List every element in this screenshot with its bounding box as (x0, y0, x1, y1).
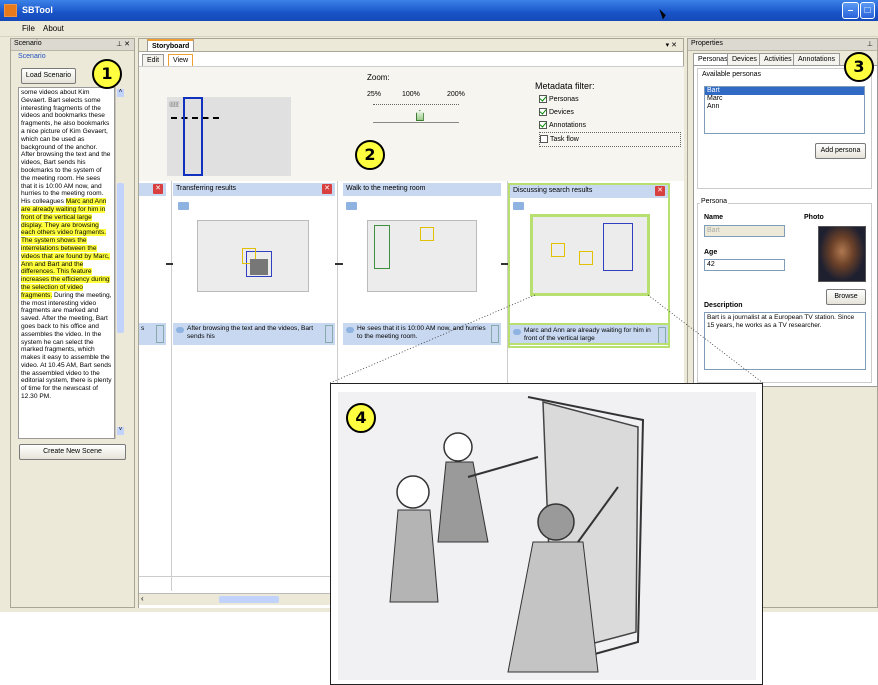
callout-badge-3: 3 (844, 52, 874, 82)
zoomed-sketch (338, 392, 756, 680)
callout-badge-2: 2 (355, 140, 385, 170)
callout-badge-1: 1 (92, 59, 122, 89)
callout-badge-4: 4 (346, 403, 376, 433)
zoomed-sketch-frame (330, 383, 763, 685)
sketch-drawing (389, 396, 645, 673)
